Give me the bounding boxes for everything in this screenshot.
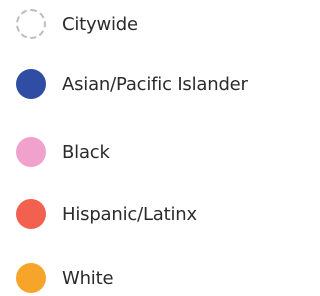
legend-item-white[interactable]: White [16, 262, 114, 294]
legend-item-black[interactable]: Black [16, 136, 110, 168]
legend-swatch-black [16, 137, 46, 167]
legend-label-black: Black [62, 141, 110, 163]
legend-label-white: White [62, 267, 114, 289]
legend-swatch-citywide [16, 9, 46, 39]
legend-item-asian-pacific-islander[interactable]: Asian/Pacific Islander [16, 68, 248, 100]
legend-item-citywide[interactable]: Citywide [16, 8, 138, 40]
legend-swatch-hispanic-latinx [16, 199, 46, 229]
legend-swatch-white [16, 263, 46, 293]
legend: Citywide Asian/Pacific Islander Black Hi… [0, 0, 269, 296]
legend-item-hispanic-latinx[interactable]: Hispanic/Latinx [16, 198, 197, 230]
legend-label-hispanic-latinx: Hispanic/Latinx [62, 203, 197, 225]
legend-swatch-asian-pacific-islander [16, 69, 46, 99]
legend-label-asian-pacific-islander: Asian/Pacific Islander [62, 73, 248, 95]
legend-label-citywide: Citywide [62, 13, 138, 35]
